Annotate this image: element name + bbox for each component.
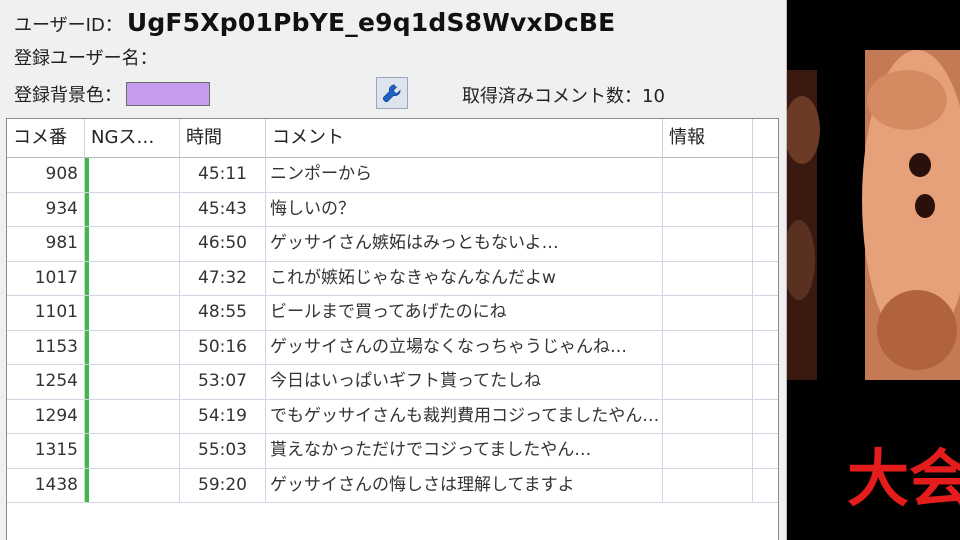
column-header-comment[interactable]: コメント (266, 119, 663, 157)
comment-number-cell: 934 (7, 192, 85, 226)
row-filler (753, 193, 778, 227)
comment-time-cell: 46:50 (180, 227, 266, 261)
comment-time-cell: 48:55 (180, 296, 266, 330)
row-filler (753, 434, 778, 468)
table-row[interactable]: 1101 48:55 ビールまで買ってあげたのにね (7, 296, 778, 331)
comment-number-cell: 1254 (7, 365, 85, 399)
comment-info-cell (663, 227, 753, 261)
table-row[interactable]: 1254 53:07 今日はいっぱいギフト貰ってたしね (7, 365, 778, 400)
ng-status-cell (85, 296, 180, 330)
comment-info-cell (663, 468, 753, 502)
row-filler (753, 227, 778, 261)
comment-time-cell: 50:16 (180, 330, 266, 364)
comment-info-cell (663, 399, 753, 433)
comment-number-cell: 1017 (7, 261, 85, 295)
table-row[interactable]: 981 46:50 ゲッサイさん嫉妬はみっともないよ… (7, 227, 778, 262)
user-name-label: 登録ユーザー名： (14, 48, 158, 69)
comment-number-cell: 1153 (7, 330, 85, 364)
ng-status-cell (85, 330, 180, 364)
user-id-label: ユーザーID： (14, 15, 123, 36)
bg-color-swatch[interactable] (126, 82, 210, 106)
comment-text-cell: ニンポーから (266, 158, 663, 192)
table-row[interactable]: 1438 59:20 ゲッサイさんの悔しさは理解してますよ (7, 468, 778, 503)
comment-info-cell (663, 261, 753, 295)
ng-status-cell (85, 158, 180, 192)
comment-number-cell: 1294 (7, 399, 85, 433)
table-row[interactable]: 1153 50:16 ゲッサイさんの立場なくなっちゃうじゃんね… (7, 330, 778, 365)
comment-count-label: 取得済みコメント数： (462, 86, 642, 107)
user-name-row: 登録ユーザー名： (14, 44, 158, 70)
column-header-number[interactable]: コメ番 (7, 119, 85, 157)
column-header-ng[interactable]: NGス… (85, 119, 180, 157)
list-header: コメ番 NGス… 時間 コメント 情報 (7, 119, 778, 158)
ng-status-cell (85, 365, 180, 399)
comment-info-cell (663, 330, 753, 364)
comment-text-cell: ゲッサイさんの立場なくなっちゃうじゃんね… (266, 330, 663, 364)
column-header-info[interactable]: 情報 (663, 119, 753, 157)
comment-number-cell: 1101 (7, 296, 85, 330)
comment-time-cell: 45:43 (180, 192, 266, 226)
ng-status-cell (85, 227, 180, 261)
comment-time-cell: 53:07 (180, 365, 266, 399)
settings-tool-button[interactable] (376, 77, 408, 109)
comment-time-cell: 54:19 (180, 399, 266, 433)
comment-text-cell: ゲッサイさんの悔しさは理解してますよ (266, 468, 663, 502)
table-row[interactable]: 1315 55:03 貰えなかっただけでコジってましたやん… (7, 434, 778, 469)
comment-info-cell (663, 192, 753, 226)
video-preview: 大会 (787, 0, 960, 540)
comment-text-cell: 貰えなかっただけでコジってましたやん… (266, 434, 663, 468)
row-filler (753, 469, 778, 503)
comment-count-value: 10 (642, 86, 665, 107)
bg-color-label: 登録背景色： (14, 85, 122, 106)
row-filler (753, 158, 778, 192)
comment-number-cell: 908 (7, 158, 85, 192)
comment-text-cell: でもゲッサイさんも裁判費用コジってましたやん… (266, 399, 663, 433)
wrench-icon (382, 84, 401, 103)
ng-status-cell (85, 192, 180, 226)
user-id-row: ユーザーID： UgF5Xp01PbYE_e9q1dS8WvxDcBE (14, 8, 615, 42)
ng-status-cell (85, 468, 180, 502)
comment-count: 取得済みコメント数：10 (462, 82, 665, 108)
comment-text-cell: ビールまで買ってあげたのにね (266, 296, 663, 330)
list-body: 908 45:11 ニンポーから 934 45:43 悔しいの？ 981 46:50 ゲッサイさ… (7, 158, 778, 503)
column-header-time[interactable]: 時間 (180, 119, 266, 157)
comment-time-cell: 47:32 (180, 261, 266, 295)
comment-list[interactable]: コメ番 NGス… 時間 コメント 情報 908 45:11 ニンポーから 934 45:… (6, 118, 779, 540)
ng-status-cell (85, 261, 180, 295)
ng-status-cell (85, 434, 180, 468)
row-filler (753, 262, 778, 296)
comment-info-cell (663, 296, 753, 330)
row-filler (753, 365, 778, 399)
ng-status-cell (85, 399, 180, 433)
row-filler (753, 296, 778, 330)
table-row[interactable]: 908 45:11 ニンポーから (7, 158, 778, 193)
comment-number-cell: 1315 (7, 434, 85, 468)
comment-info-cell (663, 365, 753, 399)
comment-text-cell: これが嫉妬じゃなきゃなんなんだよw (266, 261, 663, 295)
table-row[interactable]: 1294 54:19 でもゲッサイさんも裁判費用コジってましたやん… (7, 399, 778, 434)
comment-info-cell (663, 158, 753, 192)
comment-number-cell: 1438 (7, 468, 85, 502)
comment-text-cell: 悔しいの？ (266, 192, 663, 226)
comment-text-cell: 今日はいっぱいギフト貰ってたしね (266, 365, 663, 399)
table-row[interactable]: 934 45:43 悔しいの？ (7, 192, 778, 227)
comment-number-cell: 981 (7, 227, 85, 261)
row-filler (753, 400, 778, 434)
user-id-value: UgF5Xp01PbYE_e9q1dS8WvxDcBE (126, 8, 616, 37)
comment-time-cell: 45:11 (180, 158, 266, 192)
bg-color-row: 登録背景色： (14, 80, 210, 108)
comment-info-cell (663, 434, 753, 468)
video-caption: 大会 (847, 442, 960, 515)
row-filler (753, 331, 778, 365)
comment-time-cell: 55:03 (180, 434, 266, 468)
comment-viewer-panel: ユーザーID： UgF5Xp01PbYE_e9q1dS8WvxDcBE 登録ユー… (0, 0, 787, 540)
comment-text-cell: ゲッサイさん嫉妬はみっともないよ… (266, 227, 663, 261)
table-row[interactable]: 1017 47:32 これが嫉妬じゃなきゃなんなんだよw (7, 261, 778, 296)
comment-time-cell: 59:20 (180, 468, 266, 502)
video-frame-image: 大会 (787, 0, 960, 540)
